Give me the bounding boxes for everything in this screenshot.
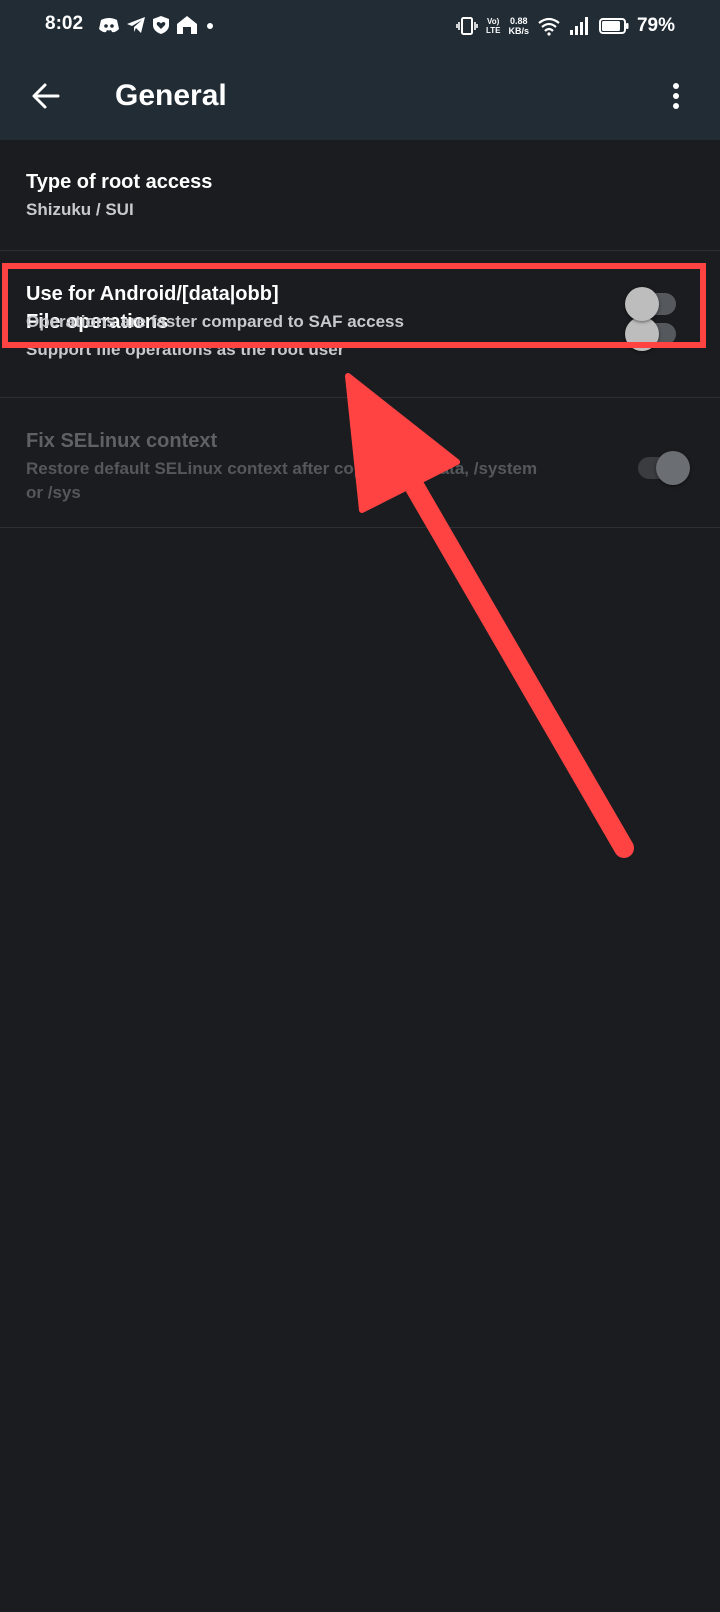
volte-bottom: LTE — [485, 26, 501, 35]
battery-percent: 79% — [636, 15, 675, 36]
status-time: 8:02 — [45, 13, 84, 34]
volte-top: Vo) — [487, 17, 500, 26]
setting-title: Fix SELinux context — [26, 430, 218, 452]
home-icon — [177, 16, 197, 34]
notification-icons — [98, 13, 216, 37]
setting-use-for-android-data-obb[interactable] — [0, 142, 720, 279]
back-button[interactable] — [20, 70, 72, 122]
net-speed-value: 0.88 — [509, 16, 528, 26]
telegram-icon — [127, 17, 145, 33]
signal-icon — [569, 17, 588, 35]
divider — [0, 527, 720, 528]
setting-summary-line: or /sys — [26, 483, 81, 502]
network-speed: 0.88 KB/s — [508, 16, 529, 36]
arrow-back-icon — [32, 83, 60, 109]
discord-icon — [99, 18, 119, 33]
status-bar: 8:02 Vo) LTE 0.88 KB/s 79% — [0, 0, 720, 52]
fix-selinux-toggle[interactable] — [638, 451, 690, 485]
app-bar: General — [0, 52, 720, 140]
wifi-icon — [538, 17, 560, 36]
setting-summary: Restore default SELinux context after co… — [26, 457, 720, 505]
more-vert-icon — [673, 83, 679, 109]
net-speed-unit: KB/s — [508, 26, 529, 36]
vibrate-icon — [456, 17, 478, 35]
battery-icon — [598, 18, 629, 34]
highlight-box — [2, 263, 706, 348]
system-status-icons: Vo) LTE 0.88 KB/s 79% — [456, 11, 675, 41]
volte-icon: Vo) LTE — [486, 17, 501, 35]
setting-fix-selinux-context[interactable]: Fix SELinux context Restore default SELi… — [0, 398, 720, 527]
setting-summary-line: Restore default SELinux context after co… — [26, 459, 538, 478]
shield-heart-icon — [153, 16, 169, 34]
toggle-thumb — [656, 451, 690, 485]
page-title: General — [115, 79, 227, 112]
notification-dot-icon — [207, 23, 213, 29]
settings-screen: 8:02 Vo) LTE 0.88 KB/s 79% General Type … — [0, 0, 720, 1612]
more-options-button[interactable] — [652, 70, 700, 122]
